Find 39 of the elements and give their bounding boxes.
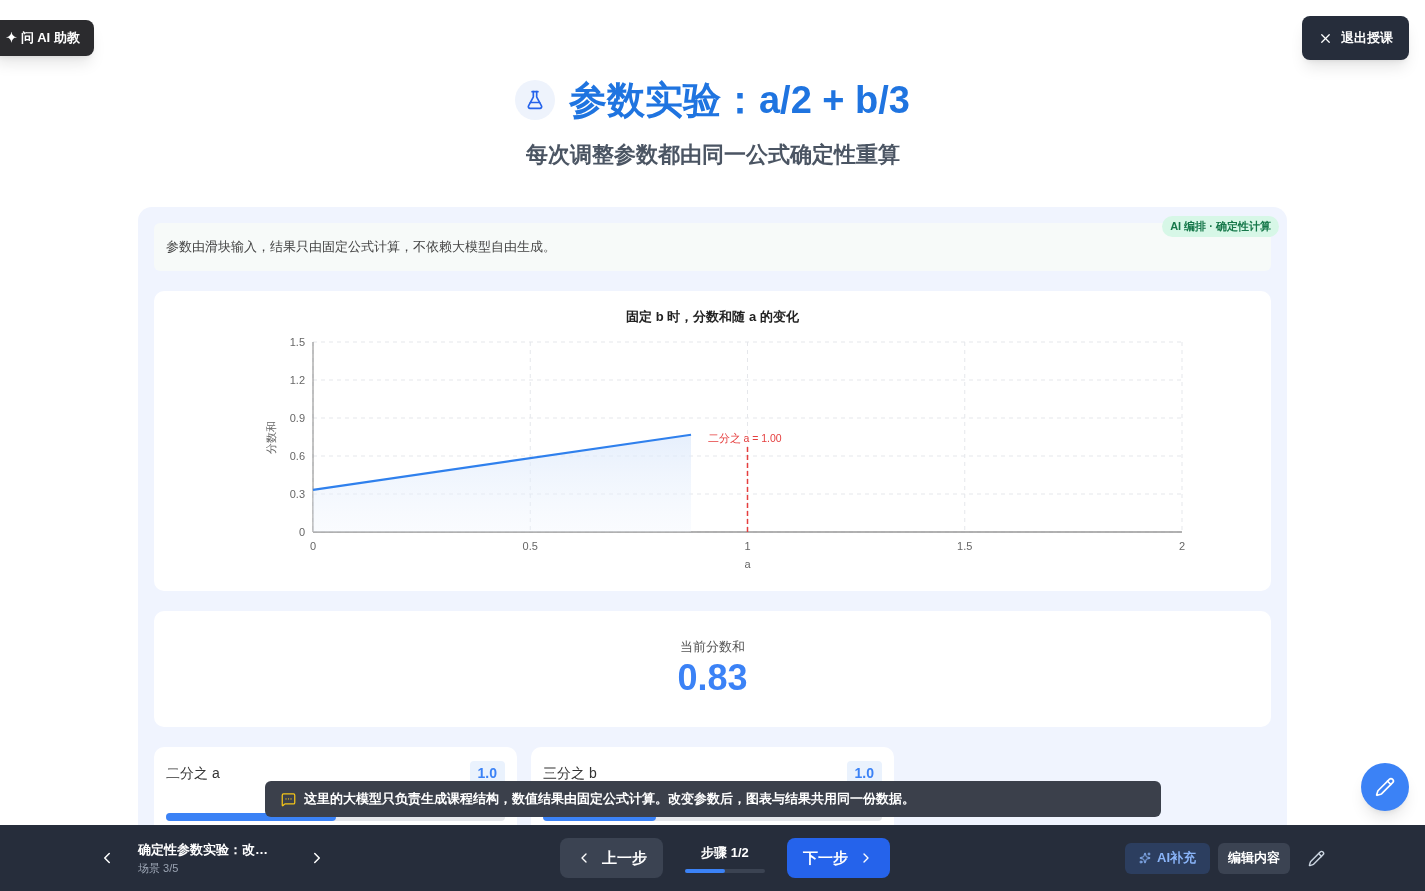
x-tick-label: 1 bbox=[744, 540, 751, 552]
x-tick-label: 2 bbox=[1178, 540, 1186, 552]
y-tick-label: 0.9 bbox=[289, 412, 305, 424]
marker-label: 二分之 a = 1.00 bbox=[707, 432, 782, 444]
exit-button[interactable]: 退出授课 bbox=[1302, 16, 1409, 60]
previous-step-button[interactable]: 上一步 bbox=[560, 838, 663, 878]
pencil-icon bbox=[1308, 849, 1325, 867]
x-axis-label: a bbox=[744, 558, 751, 570]
y-axis-label: 分数和 bbox=[265, 420, 277, 454]
page-subtitle: 每次调整参数都由同一公式确定性重算 bbox=[525, 141, 900, 169]
result-value: 0.83 bbox=[677, 656, 748, 701]
slider-label: 二分之 a bbox=[166, 763, 220, 783]
x-tick-label: 0 bbox=[309, 540, 317, 552]
step-label: 步骤 1/2 bbox=[701, 844, 749, 863]
y-tick-label: 1.5 bbox=[289, 336, 305, 348]
flask-icon bbox=[514, 80, 555, 120]
edit-content-button[interactable]: 编辑内容 bbox=[1218, 842, 1290, 874]
ask-assistant-button[interactable]: ✦ 问 AI 助教 bbox=[0, 20, 94, 56]
y-tick-label: 0 bbox=[298, 526, 305, 538]
result-label: 当前分数和 bbox=[680, 637, 745, 656]
status-badge: AI 编排 · 确定性计算 bbox=[1162, 216, 1279, 237]
pencil-icon bbox=[1375, 777, 1395, 797]
sparkle-icon bbox=[1139, 852, 1151, 864]
chart-title: 固定 b 时，分数和随 a 的变化 bbox=[626, 307, 799, 326]
pencil-button[interactable] bbox=[1308, 849, 1325, 867]
scene-title: 确定性参数实验：改… bbox=[138, 841, 269, 859]
slider-label: 三分之 b bbox=[543, 763, 597, 783]
scene-counter: 场景 3/5 bbox=[138, 860, 180, 876]
ai-supplement-button[interactable]: AI补充 bbox=[1125, 842, 1210, 874]
y-tick-label: 1.2 bbox=[289, 374, 305, 386]
next-step-button[interactable]: 下一步 bbox=[787, 838, 890, 878]
toast-text: 这里的大模型只负责生成课程结构，数值结果由固定公式计算。改变参数后，图表与结果共用同一份数据。 bbox=[304, 790, 915, 809]
x-tick-label: 0.5 bbox=[522, 540, 538, 552]
y-tick-label: 0.3 bbox=[289, 488, 305, 500]
page-title: 参数实验：a/2 + b/3 bbox=[568, 78, 910, 123]
message-icon bbox=[281, 791, 296, 807]
edit-fab[interactable] bbox=[1361, 763, 1409, 811]
x-tick-label: 1.5 bbox=[957, 540, 973, 552]
y-tick-label: 0.6 bbox=[289, 450, 305, 462]
